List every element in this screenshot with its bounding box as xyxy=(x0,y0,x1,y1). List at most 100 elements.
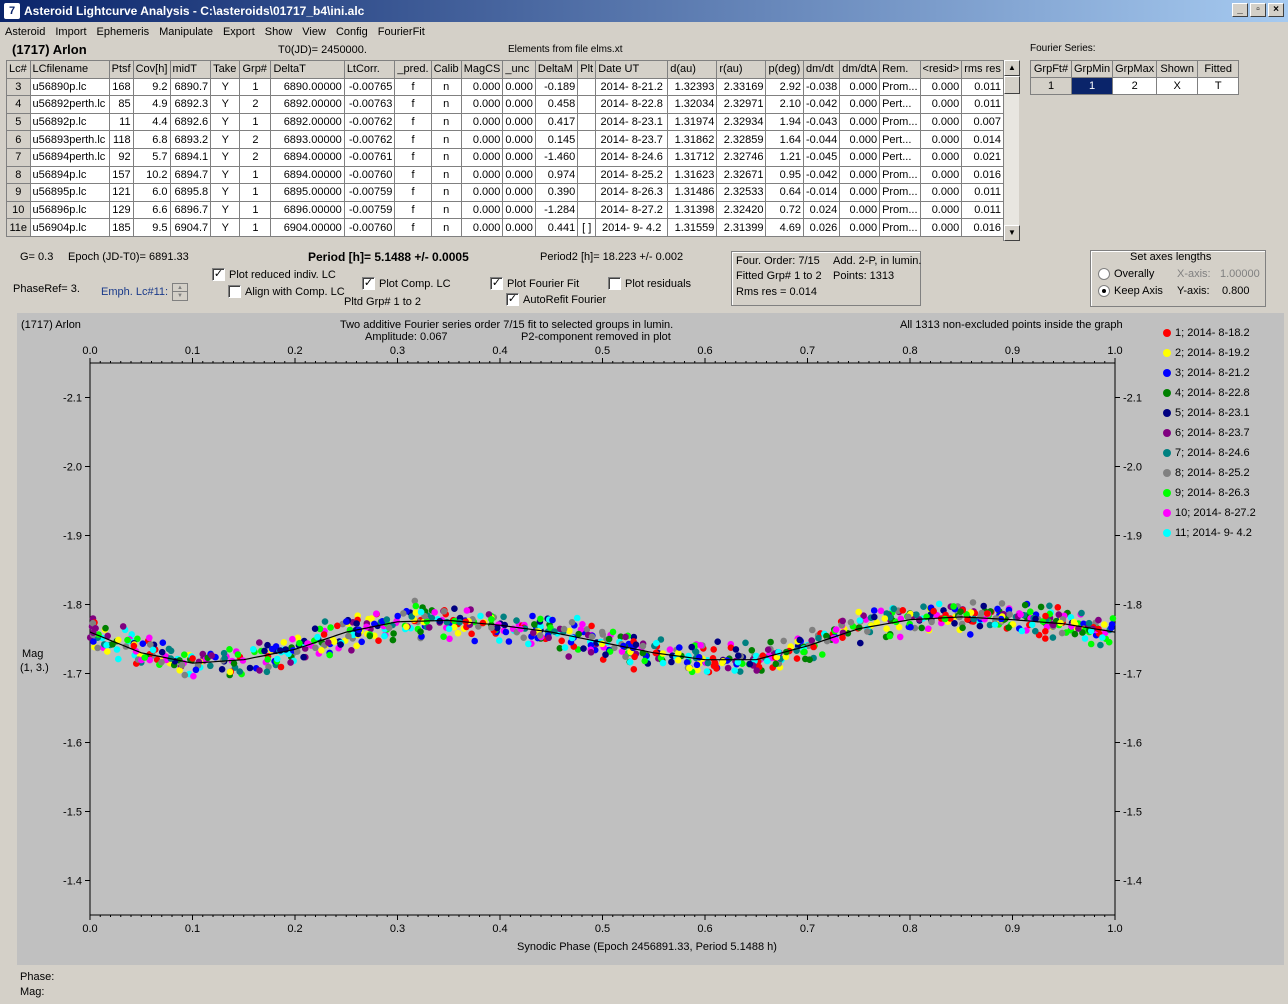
table-cell[interactable]: f xyxy=(394,130,432,149)
table-cell[interactable]: 121 xyxy=(108,183,134,202)
table-cell[interactable]: 0.000 xyxy=(502,95,536,114)
table-cell[interactable]: 9.2 xyxy=(132,77,171,97)
table-cell[interactable]: 1 xyxy=(239,165,272,185)
table-cell[interactable]: 0.000 xyxy=(460,147,504,167)
table-cell[interactable]: 1.31862 xyxy=(667,130,718,149)
table-cell[interactable]: 6894.00000 xyxy=(270,165,345,185)
table-cell[interactable]: -0.045 xyxy=(802,147,841,167)
table-cell[interactable]: 2.32971 xyxy=(716,95,767,114)
table-cell[interactable]: 2 xyxy=(239,147,272,167)
table-cell[interactable]: 0.974 xyxy=(534,165,579,185)
table-cell[interactable]: 0.000 xyxy=(919,95,963,114)
column-header[interactable]: Calib xyxy=(430,60,462,79)
table-cell[interactable]: 0.016 xyxy=(961,218,1004,237)
table-cell[interactable]: 0.95 xyxy=(765,165,804,185)
table-cell[interactable]: 6904.00000 xyxy=(270,218,345,237)
table-cell[interactable]: 185 xyxy=(108,218,134,237)
table-cell[interactable]: -0.038 xyxy=(802,77,841,97)
table-cell[interactable]: 1 xyxy=(239,218,272,237)
table-cell[interactable]: u56892perth.lc xyxy=(29,95,110,114)
menu-ephemeris[interactable]: Ephemeris xyxy=(92,26,155,38)
table-cell[interactable]: 4.9 xyxy=(132,95,171,114)
table-cell[interactable]: u56893perth.lc xyxy=(29,130,110,149)
table-cell[interactable]: 0.000 xyxy=(502,165,536,185)
table-cell[interactable] xyxy=(577,147,597,167)
table-cell[interactable]: 0.000 xyxy=(919,200,963,220)
lightcurve-chart[interactable]: 0.0 0.0 0.1 0.1 0.2 0.2 0.3 0.3 0.4 0.4 0.5 0.5 0.6 0… xyxy=(17,313,1284,965)
table-cell[interactable]: 1.31974 xyxy=(667,112,718,132)
table-cell[interactable]: n xyxy=(430,112,462,132)
table-cell[interactable]: 2.32859 xyxy=(716,130,767,149)
table-cell[interactable]: 0.000 xyxy=(839,112,881,132)
table-cell[interactable]: Prom... xyxy=(879,200,921,220)
table-cell[interactable]: 2.32934 xyxy=(716,112,767,132)
table-cell[interactable]: n xyxy=(430,183,462,202)
table-cell[interactable]: 0.000 xyxy=(460,165,504,185)
scroll-up-button[interactable]: ▲ xyxy=(1004,60,1020,76)
column-header[interactable]: _pred. xyxy=(394,60,432,79)
table-cell[interactable]: 0.000 xyxy=(460,200,504,220)
column-header[interactable]: p(deg) xyxy=(765,60,804,79)
table-cell[interactable]: 157 xyxy=(108,165,134,185)
table-cell[interactable]: 0.000 xyxy=(919,218,963,237)
table-cell[interactable]: 0.64 xyxy=(765,183,804,202)
table-cell[interactable]: 0.000 xyxy=(502,130,536,149)
table-row[interactable]: 8 u56894p.lc 157 10.2 6894.7 Y 1 6894.00000 -0.0… xyxy=(6,165,1004,185)
spin-down-icon[interactable]: ▼ xyxy=(173,292,187,300)
table-cell[interactable]: 7 xyxy=(6,147,31,167)
table-cell[interactable]: n xyxy=(430,95,462,114)
table-scrollbar[interactable]: ▲ ▼ xyxy=(1003,60,1020,241)
plot-comp-checkbox[interactable]: ✓ Plot Comp. LC xyxy=(362,277,451,290)
table-cell[interactable]: 6896.00000 xyxy=(270,200,345,220)
table-cell[interactable]: 5.7 xyxy=(132,147,171,167)
column-header[interactable]: Lc# xyxy=(6,60,31,79)
table-cell[interactable]: 1.32393 xyxy=(667,77,718,97)
table-cell[interactable]: -0.00760 xyxy=(343,165,396,185)
table-cell[interactable]: 0.000 xyxy=(460,218,504,237)
table-cell[interactable]: 6893.2 xyxy=(169,130,212,149)
table-cell[interactable]: 2014- 8-23.1 xyxy=(595,112,669,132)
table-cell[interactable]: 2 xyxy=(239,95,272,114)
table-cell[interactable]: 8 xyxy=(6,165,31,185)
table-cell[interactable]: 2014- 9- 4.2 xyxy=(595,218,669,237)
table-cell[interactable]: -0.00759 xyxy=(343,200,396,220)
table-cell[interactable]: 11 xyxy=(108,112,134,132)
table-cell[interactable] xyxy=(577,77,597,97)
table-row[interactable]: 5 u56892p.lc 11 4.4 6892.6 Y 1 6892.00000 -0.007… xyxy=(6,112,1004,132)
table-cell[interactable]: Pert... xyxy=(879,130,921,149)
fourier-cell-shown[interactable]: X xyxy=(1156,77,1199,95)
column-header[interactable]: LCfilename xyxy=(29,60,110,79)
table-row[interactable]: 10 u56896p.lc 129 6.6 6896.7 Y 1 6896.00000 -0.0… xyxy=(6,200,1004,220)
table-cell[interactable]: -0.00760 xyxy=(343,218,396,237)
spin-up-icon[interactable]: ▲ xyxy=(173,284,187,292)
fourier-row[interactable]: 1 1 2 X T xyxy=(1030,77,1240,95)
menu-import[interactable]: Import xyxy=(50,26,91,38)
table-cell[interactable]: 6892.00000 xyxy=(270,112,345,132)
table-cell[interactable]: -0.042 xyxy=(802,95,841,114)
table-cell[interactable]: 2014- 8-25.2 xyxy=(595,165,669,185)
table-cell[interactable]: f xyxy=(394,112,432,132)
table-cell[interactable]: u56894p.lc xyxy=(29,165,110,185)
table-cell[interactable]: 0.000 xyxy=(919,147,963,167)
table-cell[interactable]: 6892.3 xyxy=(169,95,212,114)
table-cell[interactable]: 1 xyxy=(239,200,272,220)
table-cell[interactable]: 0.000 xyxy=(502,200,536,220)
column-header[interactable]: d(au) xyxy=(667,60,718,79)
column-header[interactable]: rms res xyxy=(961,60,1004,79)
xaxis-value[interactable]: 1.00000 xyxy=(1220,268,1260,280)
fourier-table[interactable]: GrpFt# GrpMin GrpMax Shown Fitted 1 1 2 … xyxy=(1030,60,1240,95)
column-header[interactable]: LtCorr. xyxy=(343,60,396,79)
table-cell[interactable]: 0.000 xyxy=(460,95,504,114)
table-cell[interactable]: 0.000 xyxy=(502,77,536,97)
table-cell[interactable]: -0.044 xyxy=(802,130,841,149)
table-cell[interactable]: u56895p.lc xyxy=(29,183,110,202)
fourier-cell-fitted[interactable]: T xyxy=(1197,77,1240,95)
table-row[interactable]: 7 u56894perth.lc 92 5.7 6894.1 Y 2 6894.00000 -0… xyxy=(6,147,1004,167)
table-cell[interactable]: 0.000 xyxy=(839,200,881,220)
table-cell[interactable]: 0.000 xyxy=(839,165,881,185)
table-cell[interactable]: Y xyxy=(210,77,241,97)
table-cell[interactable]: n xyxy=(430,147,462,167)
table-cell[interactable]: u56890p.lc xyxy=(29,77,110,97)
menu-show[interactable]: Show xyxy=(260,26,298,38)
plot-fourier-checkbox[interactable]: ✓ Plot Fourier Fit xyxy=(490,277,579,290)
